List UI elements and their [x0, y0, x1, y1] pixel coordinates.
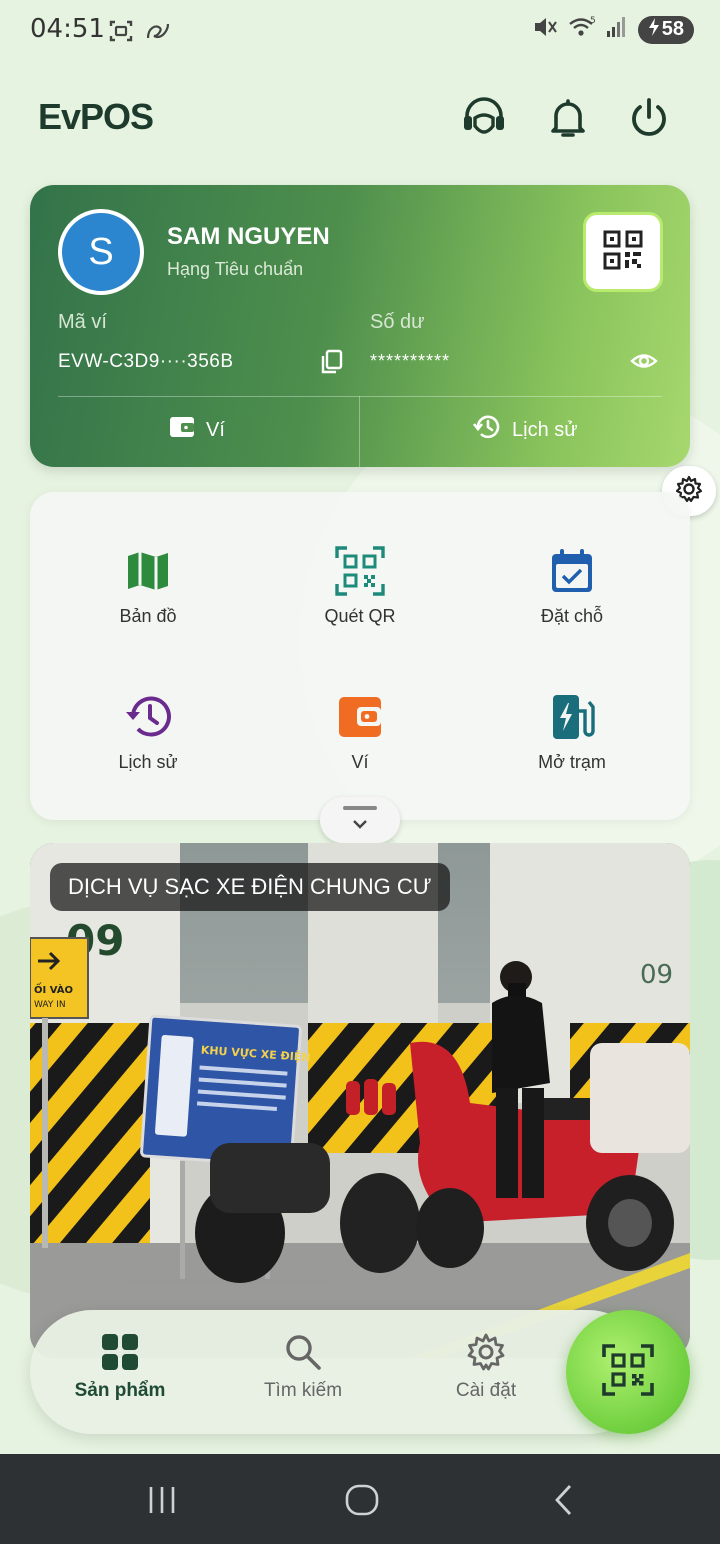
balance-label: Số dư	[370, 311, 425, 333]
battery-charging-icon	[648, 17, 660, 43]
pillar-number-right: 09	[640, 960, 673, 990]
scan-qr-fab[interactable]	[566, 1310, 690, 1434]
chevron-down-icon	[352, 816, 368, 834]
user-name: SAM NGUYEN	[167, 223, 330, 250]
battery-indicator: 58	[637, 15, 694, 44]
support-agent-icon[interactable]	[461, 96, 505, 140]
bell-icon[interactable]	[546, 96, 590, 140]
card-vertical-divider	[359, 396, 360, 467]
card-divider	[58, 396, 662, 397]
history-button-label: Lịch sử	[512, 418, 578, 441]
recent-apps-icon[interactable]	[140, 1478, 184, 1522]
svg-text:5: 5	[590, 16, 596, 26]
quick-item-booking[interactable]: Đặt chỗ	[472, 544, 672, 627]
qr-code-icon	[603, 230, 643, 275]
user-tier: Hạng Tiêu chuẩn	[167, 259, 304, 279]
wallet-card: S SAM NGUYEN Hạng Tiêu chuẩn Mã ví Số dư…	[30, 185, 690, 467]
expand-menu-button[interactable]	[320, 797, 400, 843]
history-icon	[472, 413, 502, 447]
qr-scan-icon	[602, 1343, 654, 1401]
quick-item-label: Đặt chỗ	[540, 606, 604, 626]
quick-item-history[interactable]: Lịch sử	[48, 690, 248, 773]
avatar[interactable]: S	[58, 209, 144, 295]
battery-level: 58	[661, 18, 684, 40]
screenshot-icon	[108, 18, 134, 49]
back-icon[interactable]	[542, 1478, 586, 1522]
nav-label: Cài đặt	[455, 1380, 517, 1401]
link-icon	[144, 18, 172, 49]
quick-item-label: Quét QR	[324, 606, 396, 626]
my-qr-button[interactable]	[583, 212, 663, 292]
drag-handle	[343, 806, 377, 810]
wifi-icon: 5	[568, 14, 596, 45]
quick-item-scan-qr[interactable]: Quét QR	[260, 544, 460, 627]
wallet-id-label: Mã ví	[58, 311, 107, 333]
mute-icon	[532, 14, 558, 45]
banner-photo: 09 09 ỐI VÀO WAY IN KHU VỰC XE ĐIỆN	[30, 843, 690, 1358]
quick-menu: Bản đồ Quét QR Đặt chỗ Lịch sử Ví Mở trạ…	[30, 492, 690, 820]
wallet-id-value: EVW-C3D9····356B	[58, 351, 234, 372]
status-bar: 04:51 5 58	[0, 0, 720, 62]
wallet-icon	[168, 414, 196, 446]
quick-item-label: Lịch sử	[118, 752, 178, 772]
quick-item-label: Bản đồ	[119, 606, 177, 626]
wallet-button-label: Ví	[206, 418, 225, 441]
map-icon	[121, 544, 175, 598]
quick-item-label: Mở trạm	[538, 752, 606, 772]
home-icon[interactable]	[340, 1478, 384, 1522]
banner-title: DỊCH VỤ SẠC XE ĐIỆN CHUNG CƯ	[50, 863, 450, 911]
system-nav-bar	[0, 1454, 720, 1544]
history-icon	[121, 690, 175, 744]
eye-icon[interactable]	[630, 349, 658, 378]
signal-icon	[606, 14, 628, 45]
status-time: 04:51	[30, 14, 105, 44]
power-icon[interactable]	[627, 96, 671, 140]
balance-value: **********	[370, 351, 451, 371]
qr-scan-icon	[333, 544, 387, 598]
copy-icon[interactable]	[320, 349, 344, 380]
nav-label: Tìm kiếm	[263, 1380, 343, 1401]
wallet-icon	[333, 690, 387, 744]
nav-item-search[interactable]: Tìm kiếm	[223, 1332, 383, 1402]
quick-item-wallet[interactable]: Ví	[260, 690, 460, 773]
quick-item-map[interactable]: Bản đồ	[48, 544, 248, 627]
ev-station-icon	[545, 690, 599, 744]
wallet-button[interactable]: Ví	[168, 413, 225, 447]
nav-item-products[interactable]: Sản phẩm	[40, 1332, 200, 1402]
history-button[interactable]: Lịch sử	[472, 413, 578, 447]
arrow-sign-subtext: WAY IN	[34, 1000, 66, 1010]
grid-icon	[40, 1332, 200, 1372]
app-logo: EvPOS	[38, 96, 154, 137]
quick-item-open-station[interactable]: Mở trạm	[472, 690, 672, 773]
gear-icon	[406, 1332, 566, 1372]
search-icon	[223, 1332, 383, 1372]
nav-label: Sản phẩm	[74, 1380, 166, 1401]
quick-item-label: Ví	[351, 752, 369, 772]
bottom-nav: Sản phẩm Tìm kiếm Cài đặt	[30, 1310, 650, 1434]
nav-item-settings[interactable]: Cài đặt	[406, 1332, 566, 1402]
calendar-check-icon	[545, 544, 599, 598]
promo-banner[interactable]: 09 09 ỐI VÀO WAY IN KHU VỰC XE ĐIỆN DỊCH…	[30, 843, 690, 1358]
